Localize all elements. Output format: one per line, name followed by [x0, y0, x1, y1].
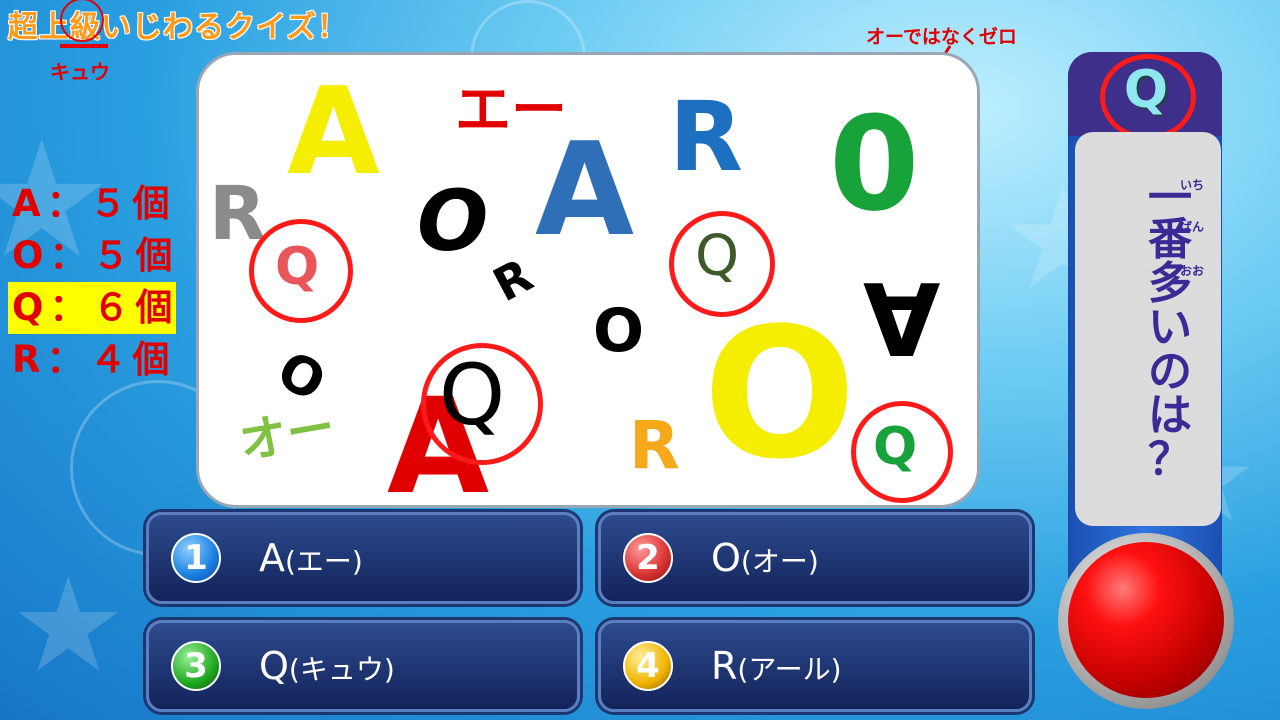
answer-option-3[interactable]: 3 Q(キュウ)	[146, 620, 580, 712]
count-row-r: R：４個	[12, 338, 176, 381]
option-reading: (オー)	[740, 545, 819, 578]
option-label: O(オー)	[711, 536, 819, 580]
kyu-reading-note: キュウ	[50, 60, 110, 84]
option-label: R(アール)	[711, 644, 842, 688]
answer-option-2[interactable]: 2 O(オー)	[598, 512, 1032, 604]
board-zero-green: 0	[829, 88, 920, 240]
board-letter-a-upside-down: A	[863, 259, 941, 376]
option-label: Q(キュウ)	[259, 644, 395, 688]
option-letter: A	[259, 536, 285, 580]
count-row-q: Q：６個	[8, 282, 176, 334]
question-char: い	[1148, 302, 1192, 353]
kyu-underline	[60, 44, 108, 48]
buzzer-button[interactable]	[1068, 542, 1224, 698]
board-letter-r-gray: R	[209, 171, 266, 257]
star-decoration-icon: ★	[10, 549, 127, 701]
board-letter-r-blue: R	[669, 81, 743, 193]
option-number-badge: 2	[623, 533, 673, 583]
option-letter: Q	[259, 644, 289, 688]
quiz-title: 超上級いじわるクイズ！	[8, 10, 349, 45]
q-highlight-circle	[851, 401, 953, 503]
board-letter-r-rotated: R	[484, 247, 542, 313]
count-row-o: O：５個	[12, 234, 179, 277]
q-highlight-circle	[249, 219, 353, 323]
option-label: A(エー)	[259, 536, 363, 580]
question-char: の	[1148, 346, 1192, 397]
option-number-badge: 1	[171, 533, 221, 583]
option-number-badge: 3	[171, 641, 221, 691]
q-highlight-circle	[1100, 54, 1196, 140]
letter-count-list: A：５個 O：５個 Q：６個 R：４個	[8, 178, 182, 386]
board-letter-o-italic: O	[417, 172, 489, 270]
board-katakana-o: オー	[234, 399, 340, 471]
q-highlight-circle	[421, 343, 543, 465]
zero-note-annotation: オーではなくゼロ	[866, 26, 1017, 48]
answer-option-1[interactable]: 1 A(エー)	[146, 512, 580, 604]
letter-board: A エー A R 0 R O Q Q R O A O O オー A Q R Q	[196, 52, 980, 513]
kyu-circle-mark	[60, 0, 104, 42]
question-char: は	[1148, 390, 1192, 441]
option-reading: (キュウ)	[288, 653, 395, 686]
option-letter: O	[711, 536, 741, 580]
board-letter-o-yellow-big: O	[703, 290, 857, 499]
question-char: ？	[1148, 434, 1192, 485]
board-letter-a-yellow: A	[287, 63, 380, 202]
option-reading: (アール)	[737, 653, 842, 686]
board-letter-r-orange: R	[629, 407, 680, 484]
option-reading: (エー)	[285, 545, 363, 578]
answer-option-4[interactable]: 4 R(アール)	[598, 620, 1032, 712]
option-letter: R	[711, 644, 738, 688]
question-char: 番	[1148, 214, 1192, 265]
board-letter-a-blue: A	[535, 116, 635, 265]
option-number-badge: 4	[623, 641, 673, 691]
count-row-a: A：５個	[12, 182, 176, 225]
board-letter-o-black: O	[593, 296, 645, 366]
question-char: 多	[1148, 258, 1192, 309]
